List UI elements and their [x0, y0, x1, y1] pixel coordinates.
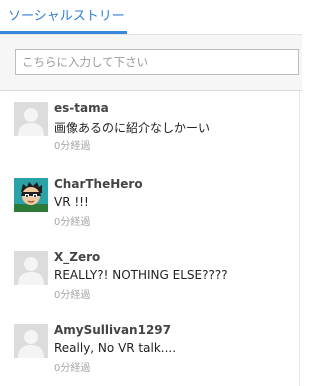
post-item: es-tama 画像あるのに紹介なしかーい 0分経過 — [0, 91, 296, 161]
post-time[interactable]: 0分経過 — [54, 213, 90, 228]
post-username[interactable]: CharTheHero — [54, 177, 143, 191]
search-area — [0, 35, 302, 91]
post-item: AmySullivan1297 Really, No VR talk.... 0… — [0, 313, 296, 383]
post-item: X_Zero REALLY?! NOTHING ELSE???? 0分経過 — [0, 240, 296, 310]
tab-social-stream[interactable]: ソーシャルストリーム — [0, 0, 127, 58]
default-avatar-icon[interactable] — [14, 324, 48, 358]
character-avatar-icon[interactable] — [14, 178, 48, 212]
post-username[interactable]: AmySullivan1297 — [54, 323, 171, 337]
post-time[interactable]: 0分経過 — [54, 137, 90, 152]
default-avatar-icon[interactable] — [14, 102, 48, 136]
post-time[interactable]: 0分経過 — [54, 286, 90, 301]
post-feed: es-tama 画像あるのに紹介なしかーい 0分経過 CharTheHero V… — [0, 91, 302, 386]
post-time[interactable]: 0分経過 — [54, 359, 90, 374]
post-message: REALLY?! NOTHING ELSE???? — [54, 268, 228, 282]
post-message: Really, No VR talk.... — [54, 341, 177, 355]
post-item: CharTheHero VR !!! 0分経過 — [0, 167, 296, 237]
post-message: 画像あるのに紹介なしかーい — [54, 121, 211, 135]
default-avatar-icon[interactable] — [14, 251, 48, 285]
post-username[interactable]: X_Zero — [54, 250, 100, 264]
post-username[interactable]: es-tama — [54, 101, 109, 115]
tab-bar: ソーシャルストリーム — [0, 0, 302, 58]
post-message: VR !!! — [54, 195, 89, 209]
search-input[interactable] — [15, 49, 299, 75]
